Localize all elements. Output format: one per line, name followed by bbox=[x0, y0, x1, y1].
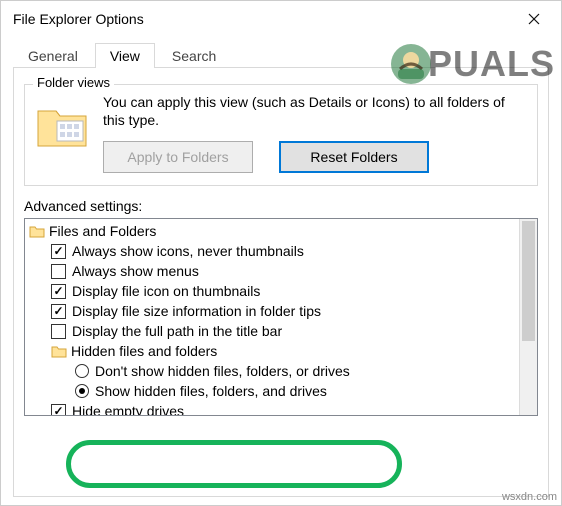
option-hide-empty-drives[interactable]: Hide empty drives bbox=[27, 401, 517, 415]
option-dont-show-hidden[interactable]: Don't show hidden files, folders, or dri… bbox=[27, 361, 517, 381]
scrollbar-thumb[interactable] bbox=[522, 221, 535, 341]
advanced-settings-list[interactable]: Files and Folders Always show icons, nev… bbox=[24, 218, 538, 416]
option-label: Don't show hidden files, folders, or dri… bbox=[95, 363, 350, 379]
option-label: Always show icons, never thumbnails bbox=[72, 243, 304, 259]
tree-node-hidden-files[interactable]: Hidden files and folders bbox=[27, 341, 517, 361]
tab-search[interactable]: Search bbox=[157, 43, 231, 68]
folder-icon bbox=[35, 97, 91, 153]
close-icon bbox=[528, 13, 540, 25]
radio-icon[interactable] bbox=[75, 384, 89, 398]
apply-to-folders-button: Apply to Folders bbox=[103, 141, 253, 173]
option-label: Hide empty drives bbox=[72, 403, 184, 415]
option-label: Display the full path in the title bar bbox=[72, 323, 282, 339]
folder-icon bbox=[51, 343, 67, 359]
folder-icon bbox=[29, 223, 45, 239]
checkbox-icon[interactable] bbox=[51, 244, 66, 259]
option-show-hidden[interactable]: Show hidden files, folders, and drives bbox=[27, 381, 517, 401]
reset-folders-button[interactable]: Reset Folders bbox=[279, 141, 429, 173]
checkbox-icon[interactable] bbox=[51, 284, 66, 299]
tab-general[interactable]: General bbox=[13, 43, 93, 68]
tree-node-label: Hidden files and folders bbox=[71, 343, 217, 359]
advanced-settings-label: Advanced settings: bbox=[24, 198, 538, 214]
checkbox-icon[interactable] bbox=[51, 264, 66, 279]
checkbox-icon[interactable] bbox=[51, 404, 66, 416]
window: File Explorer Options PUALS General View… bbox=[0, 0, 562, 506]
titlebar: File Explorer Options bbox=[1, 1, 561, 37]
option-label: Show hidden files, folders, and drives bbox=[95, 383, 327, 399]
window-title: File Explorer Options bbox=[13, 11, 511, 27]
option-file-icon-on-thumbnails[interactable]: Display file icon on thumbnails bbox=[27, 281, 517, 301]
option-label: Always show menus bbox=[72, 263, 199, 279]
option-file-size-folder-tips[interactable]: Display file size information in folder … bbox=[27, 301, 517, 321]
close-button[interactable] bbox=[511, 4, 557, 34]
tabpanel-view: Folder views You bbox=[13, 67, 549, 497]
highlight-annotation bbox=[66, 440, 402, 488]
folder-views-group: Folder views You bbox=[24, 84, 538, 186]
option-always-show-menus[interactable]: Always show menus bbox=[27, 261, 517, 281]
option-always-show-icons[interactable]: Always show icons, never thumbnails bbox=[27, 241, 517, 261]
option-label: Display file size information in folder … bbox=[72, 303, 321, 319]
radio-icon[interactable] bbox=[75, 364, 89, 378]
folder-views-text: You can apply this view (such as Details… bbox=[103, 93, 527, 129]
tree-node-files-and-folders[interactable]: Files and Folders bbox=[27, 221, 517, 241]
checkbox-icon[interactable] bbox=[51, 304, 66, 319]
scrollbar[interactable] bbox=[519, 219, 537, 415]
tabstrip: General View Search bbox=[1, 37, 561, 67]
tree-node-label: Files and Folders bbox=[49, 223, 156, 239]
checkbox-icon[interactable] bbox=[51, 324, 66, 339]
tab-view[interactable]: View bbox=[95, 43, 155, 68]
folder-views-legend: Folder views bbox=[33, 75, 114, 90]
option-full-path-title-bar[interactable]: Display the full path in the title bar bbox=[27, 321, 517, 341]
option-label: Display file icon on thumbnails bbox=[72, 283, 260, 299]
